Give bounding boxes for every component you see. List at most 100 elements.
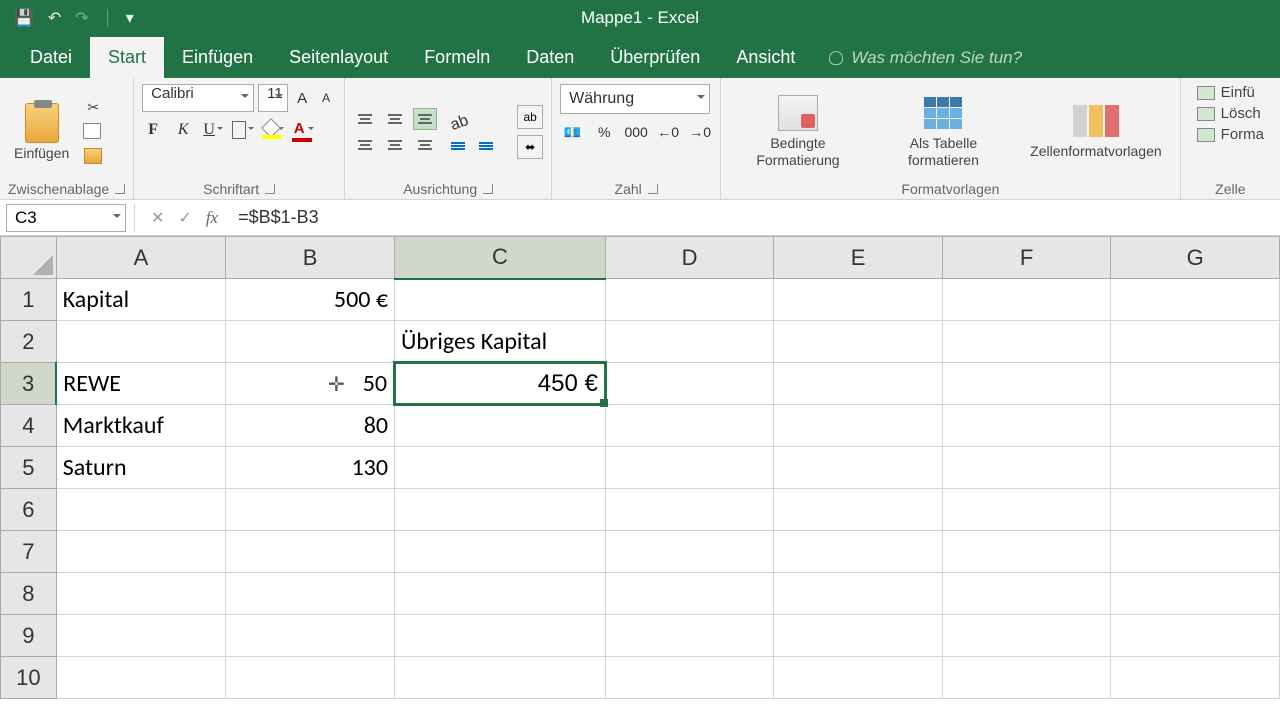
cell-E2[interactable] (774, 321, 943, 363)
tab-view[interactable]: Ansicht (718, 37, 813, 78)
number-format-combo[interactable]: Währung (560, 84, 710, 114)
cell-D7[interactable] (605, 531, 774, 573)
cell-A5[interactable]: Saturn (56, 447, 225, 489)
fill-handle[interactable] (600, 399, 608, 407)
select-all-corner[interactable] (1, 237, 57, 279)
cell-F7[interactable] (942, 531, 1111, 573)
cell-C1[interactable] (395, 279, 606, 321)
cell-G1[interactable] (1111, 279, 1280, 321)
cell-B5[interactable]: 130 (226, 447, 395, 489)
name-box[interactable]: C3 (6, 204, 126, 232)
format-as-table-button[interactable]: Als Tabelle formatieren (875, 95, 1012, 169)
cell-styles-button[interactable]: Zellenformatvorlagen (1020, 103, 1172, 160)
cell-B3[interactable]: 50 (226, 363, 395, 405)
number-launcher-icon[interactable] (648, 184, 658, 194)
cell-G4[interactable] (1111, 405, 1280, 447)
decrease-font-icon[interactable]: A (316, 86, 336, 110)
cell-F10[interactable] (942, 657, 1111, 699)
decrease-decimal-icon[interactable]: →0 (688, 120, 712, 144)
copy-icon[interactable] (83, 123, 103, 141)
cell-D5[interactable] (605, 447, 774, 489)
cell-G3[interactable] (1111, 363, 1280, 405)
cell-F2[interactable] (942, 321, 1111, 363)
orientation-icon[interactable]: ab (448, 111, 474, 137)
col-header-E[interactable]: E (774, 237, 943, 279)
font-name-combo[interactable]: Calibri (142, 84, 254, 112)
cell-F6[interactable] (942, 489, 1111, 531)
row-header-7[interactable]: 7 (1, 531, 57, 573)
cell-A3[interactable]: REWE (56, 363, 225, 405)
cell-D6[interactable] (605, 489, 774, 531)
font-size-combo[interactable]: 11 (258, 84, 288, 112)
cell-D8[interactable] (605, 573, 774, 615)
col-header-C[interactable]: C (395, 237, 606, 279)
spreadsheet-grid[interactable]: A B C D E F G 1Kapital500 € 2Übriges Kap… (0, 236, 1280, 699)
tab-review[interactable]: Überprüfen (592, 37, 718, 78)
comma-format-icon[interactable]: 000 (624, 120, 648, 144)
cell-G8[interactable] (1111, 573, 1280, 615)
accounting-format-icon[interactable]: 💶 (560, 120, 584, 144)
row-header-6[interactable]: 6 (1, 489, 57, 531)
border-button[interactable] (232, 118, 254, 142)
cell-B4[interactable]: 80 (226, 405, 395, 447)
cell-A4[interactable]: Marktkauf (56, 405, 225, 447)
cell-G5[interactable] (1111, 447, 1280, 489)
row-header-10[interactable]: 10 (1, 657, 57, 699)
tab-file[interactable]: Datei (12, 37, 90, 78)
cell-C8[interactable] (395, 573, 606, 615)
increase-decimal-icon[interactable]: ←0 (656, 120, 680, 144)
cell-E6[interactable] (774, 489, 943, 531)
cell-E8[interactable] (774, 573, 943, 615)
cell-F9[interactable] (942, 615, 1111, 657)
align-left-icon[interactable] (353, 134, 377, 156)
cell-D3[interactable] (605, 363, 774, 405)
cell-C2[interactable]: Übriges Kapital (395, 321, 606, 363)
percent-format-icon[interactable]: % (592, 120, 616, 144)
italic-button[interactable]: K (172, 118, 194, 142)
cell-B6[interactable] (226, 489, 395, 531)
col-header-F[interactable]: F (942, 237, 1111, 279)
undo-icon[interactable]: ↶ (48, 8, 61, 28)
cell-E7[interactable] (774, 531, 943, 573)
font-launcher-icon[interactable] (265, 184, 275, 194)
cell-B1[interactable]: 500 € (226, 279, 395, 321)
cell-G6[interactable] (1111, 489, 1280, 531)
cell-E9[interactable] (774, 615, 943, 657)
cell-C3[interactable]: 450 € (395, 363, 606, 405)
decrease-indent-icon[interactable] (451, 142, 473, 150)
row-header-2[interactable]: 2 (1, 321, 57, 363)
align-top-icon[interactable] (353, 108, 377, 130)
cell-B2[interactable] (226, 321, 395, 363)
cell-B9[interactable] (226, 615, 395, 657)
bold-button[interactable]: F (142, 118, 164, 142)
tab-formulas[interactable]: Formeln (406, 37, 508, 78)
cell-D10[interactable] (605, 657, 774, 699)
tab-pagelayout[interactable]: Seitenlayout (271, 37, 406, 78)
cell-E4[interactable] (774, 405, 943, 447)
format-cells-button[interactable]: Forma (1197, 126, 1264, 143)
col-header-A[interactable]: A (56, 237, 225, 279)
qat-customize-icon[interactable]: ▾ (126, 8, 134, 28)
cell-C6[interactable] (395, 489, 606, 531)
row-header-9[interactable]: 9 (1, 615, 57, 657)
cell-E1[interactable] (774, 279, 943, 321)
cell-E3[interactable] (774, 363, 943, 405)
insert-cells-button[interactable]: Einfü (1197, 84, 1264, 101)
save-icon[interactable]: 💾 (14, 8, 34, 28)
row-header-1[interactable]: 1 (1, 279, 57, 321)
cell-A8[interactable] (56, 573, 225, 615)
col-header-B[interactable]: B (226, 237, 395, 279)
cell-F8[interactable] (942, 573, 1111, 615)
font-color-button[interactable]: A (292, 118, 314, 142)
tell-me-search[interactable]: Was möchten Sie tun? (813, 38, 1038, 78)
alignment-launcher-icon[interactable] (483, 184, 493, 194)
cell-A9[interactable] (56, 615, 225, 657)
row-header-5[interactable]: 5 (1, 447, 57, 489)
align-middle-icon[interactable] (383, 108, 407, 130)
cell-B10[interactable] (226, 657, 395, 699)
cancel-icon[interactable]: ✕ (151, 208, 164, 228)
cell-D4[interactable] (605, 405, 774, 447)
increase-font-icon[interactable]: A (292, 86, 312, 110)
tab-data[interactable]: Daten (508, 37, 592, 78)
row-header-4[interactable]: 4 (1, 405, 57, 447)
